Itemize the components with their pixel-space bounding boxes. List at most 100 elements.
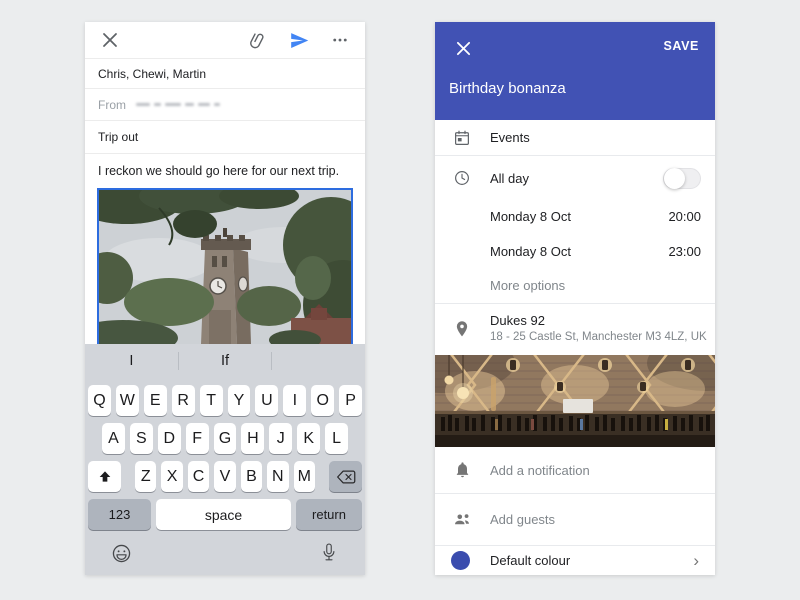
key-g[interactable]: G: [214, 423, 237, 454]
location-row[interactable]: Dukes 92 18 - 25 Castle St, Manchester M…: [435, 307, 715, 351]
send-icon[interactable]: [287, 28, 311, 52]
ios-keyboard: I If Q W E R T Y U I O P A S D F G H J K: [85, 344, 365, 575]
key-i[interactable]: I: [283, 385, 306, 416]
from-field[interactable]: From: [85, 89, 365, 121]
key-p[interactable]: P: [339, 385, 362, 416]
close-icon[interactable]: [451, 36, 475, 60]
key-t[interactable]: T: [200, 385, 223, 416]
key-y[interactable]: Y: [228, 385, 251, 416]
location-pin-icon: [452, 319, 472, 339]
key-123[interactable]: 123: [88, 499, 151, 530]
location-name: Dukes 92: [490, 313, 707, 329]
start-datetime-row: Monday 8 Oct 20:00: [435, 200, 715, 232]
clock-icon: [452, 168, 472, 188]
key-c[interactable]: C: [188, 461, 209, 492]
all-day-row: All day: [435, 162, 715, 194]
add-notification-row[interactable]: Add a notification: [435, 447, 715, 493]
recipients-text: Chris, Chewi, Martin: [98, 67, 206, 81]
start-time[interactable]: 20:00: [668, 209, 701, 224]
key-w[interactable]: W: [116, 385, 139, 416]
event-edit-screen: SAVE Birthday bonanza Events All day Mon…: [435, 22, 715, 575]
divider: [435, 303, 715, 304]
all-day-toggle[interactable]: [663, 168, 701, 189]
guests-icon: [452, 509, 472, 529]
keyboard-bottom-bar: [85, 531, 365, 575]
key-r[interactable]: R: [172, 385, 195, 416]
backspace-key[interactable]: [329, 461, 362, 492]
recipients-field[interactable]: Chris, Chewi, Martin: [85, 59, 365, 89]
emoji-icon[interactable]: [109, 541, 133, 565]
toggle-knob: [664, 168, 685, 189]
colour-dot: [451, 551, 470, 570]
more-options-row: More options: [435, 270, 715, 300]
key-f[interactable]: F: [186, 423, 209, 454]
key-z[interactable]: Z: [135, 461, 156, 492]
colour-row[interactable]: Default colour ›: [435, 545, 715, 575]
key-q[interactable]: Q: [88, 385, 111, 416]
key-m[interactable]: M: [294, 461, 315, 492]
calendar-name: Events: [490, 130, 530, 145]
shift-icon: [97, 469, 113, 485]
shift-key[interactable]: [88, 461, 121, 492]
keyboard-row-4: 123 space return: [85, 499, 365, 530]
add-guests-label: Add guests: [490, 512, 555, 527]
key-k[interactable]: K: [297, 423, 320, 454]
key-s[interactable]: S: [130, 423, 153, 454]
all-day-label: All day: [490, 171, 529, 186]
add-notification-label: Add a notification: [490, 463, 590, 478]
key-v[interactable]: V: [214, 461, 235, 492]
inline-photo-clock-tower[interactable]: [97, 188, 353, 344]
start-date[interactable]: Monday 8 Oct: [490, 209, 571, 224]
event-header: SAVE Birthday bonanza: [435, 22, 715, 120]
end-datetime-row: Monday 8 Oct 23:00: [435, 235, 715, 267]
space-key[interactable]: space: [156, 499, 291, 530]
suggestion-3[interactable]: [272, 344, 365, 378]
more-options-link[interactable]: More options: [490, 278, 565, 293]
compose-header: [85, 22, 365, 59]
colour-label: Default colour: [490, 553, 570, 568]
close-icon[interactable]: [98, 28, 122, 52]
venue-photo-dukes92[interactable]: [435, 355, 715, 447]
suggestion-2[interactable]: If: [179, 344, 272, 378]
key-b[interactable]: B: [241, 461, 262, 492]
keyboard-row-2: A S D F G H J K L: [85, 423, 365, 454]
bell-icon: [452, 460, 472, 480]
compose-screen: Chris, Chewi, Martin From Trip out I rec…: [85, 22, 365, 575]
from-label: From: [98, 98, 126, 112]
calendar-icon: [452, 128, 472, 148]
key-a[interactable]: A: [102, 423, 125, 454]
key-o[interactable]: O: [311, 385, 334, 416]
body-text: I reckon we should go here for our next …: [98, 164, 339, 178]
key-l[interactable]: L: [325, 423, 348, 454]
from-email-redacted: [136, 103, 220, 106]
subject-field[interactable]: Trip out: [85, 121, 365, 154]
keyboard-row-3: Z X C V B N M: [85, 461, 365, 492]
key-u[interactable]: U: [255, 385, 278, 416]
location-address: 18 - 25 Castle St, Manchester M3 4LZ, UK: [490, 331, 707, 345]
add-guests-row[interactable]: Add guests: [435, 493, 715, 545]
calendar-select-row[interactable]: Events: [435, 120, 715, 155]
key-x[interactable]: X: [161, 461, 182, 492]
end-date[interactable]: Monday 8 Oct: [490, 244, 571, 259]
location-block: Dukes 92 18 - 25 Castle St, Manchester M…: [490, 313, 707, 344]
end-time[interactable]: 23:00: [668, 244, 701, 259]
mic-icon[interactable]: [317, 541, 341, 565]
suggestion-bar: I If: [85, 344, 365, 378]
overflow-icon[interactable]: [328, 28, 352, 52]
event-title-input[interactable]: Birthday bonanza: [449, 80, 566, 97]
key-n[interactable]: N: [267, 461, 288, 492]
chevron-right-icon: ›: [693, 552, 699, 569]
suggestion-1[interactable]: I: [85, 344, 178, 378]
key-h[interactable]: H: [241, 423, 264, 454]
divider: [435, 155, 715, 156]
keyboard-row-1: Q W E R T Y U I O P: [85, 385, 365, 416]
backspace-icon: [336, 469, 356, 485]
key-j[interactable]: J: [269, 423, 292, 454]
key-e[interactable]: E: [144, 385, 167, 416]
key-d[interactable]: D: [158, 423, 181, 454]
return-key[interactable]: return: [296, 499, 362, 530]
message-body[interactable]: I reckon we should go here for our next …: [85, 154, 365, 188]
subject-text: Trip out: [98, 130, 138, 144]
attachment-icon[interactable]: [246, 28, 270, 52]
save-button[interactable]: SAVE: [663, 39, 699, 53]
